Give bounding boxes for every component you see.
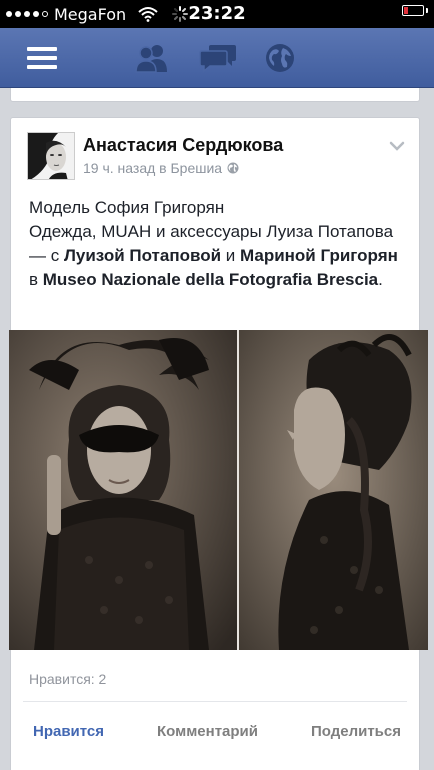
messages-icon (199, 45, 236, 73)
post-meta: 19 ч. назад в Брешиа (83, 160, 239, 176)
friend-requests-button[interactable] (130, 36, 174, 80)
post-options-chevron-down-icon[interactable] (389, 140, 405, 152)
messages-button[interactable] (196, 36, 240, 80)
post-text-in: в (29, 270, 43, 289)
post-actions: Нравится Комментарий Поделиться (11, 723, 421, 740)
avatar-image (28, 133, 74, 179)
avatar[interactable] (27, 132, 75, 180)
public-globe-icon (227, 162, 239, 174)
post-author[interactable]: Анастасия Сердюкова (83, 135, 283, 156)
like-button[interactable]: Нравится (33, 723, 104, 740)
tag-luiza-potapova[interactable]: Луизой Потаповой (64, 246, 221, 265)
menu-icon (27, 47, 57, 69)
post-photo[interactable] (9, 330, 428, 650)
likes-count[interactable]: Нравится: 2 (29, 671, 106, 687)
friend-requests-icon (135, 45, 167, 73)
post-photo-image (9, 330, 428, 650)
post-text: Модель София Григорян Одежда, MUAH и акс… (29, 196, 407, 292)
comment-button[interactable]: Комментарий (157, 723, 258, 740)
status-bar: MegaFon 23:22 (0, 0, 434, 28)
tag-marina-grigoryan[interactable]: Мариной Григорян (240, 246, 398, 265)
post-text-body: Одежда, MUAH и аксессуары Луиза Потапова… (29, 220, 407, 292)
facebook-navbar (0, 28, 434, 88)
divider (23, 701, 407, 702)
post-text-line1: Модель София Григорян (29, 198, 225, 217)
battery-icon (402, 5, 428, 16)
menu-button[interactable] (20, 36, 64, 80)
share-button[interactable]: Поделиться (311, 723, 401, 740)
clock: 23:22 (188, 3, 246, 24)
post-text-end: . (378, 270, 383, 289)
notifications-globe-icon (266, 44, 294, 72)
post-time-location[interactable]: 19 ч. назад в Брешиа (83, 160, 222, 176)
battery-level (404, 7, 408, 14)
tag-place[interactable]: Museo Nazionale della Fotografia Brescia (43, 270, 378, 289)
post-text-and: и (221, 246, 240, 265)
notifications-button[interactable] (258, 36, 302, 80)
post-card: Анастасия Сердюкова 19 ч. назад в Брешиа… (9, 117, 428, 770)
previous-post-card (10, 88, 420, 102)
